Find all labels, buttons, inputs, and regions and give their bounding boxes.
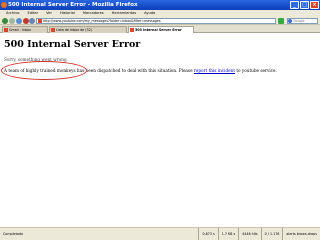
menu-bar: Archivo Editar Ver Historial Marcadores … xyxy=(0,10,320,17)
menu-marcadores[interactable]: Marcadores xyxy=(83,10,104,17)
tab-error[interactable]: 500 Internal Server Error xyxy=(128,26,194,33)
status-segment: 1.7 KB s xyxy=(217,228,238,240)
tab-bar: Gmail - Inbox Lista de Inbox de (32) 500… xyxy=(0,25,320,33)
url-field[interactable]: http://www.youtube.com/my_messages?folde… xyxy=(36,18,276,24)
page-content: 500 Internal Server Error Sorry, somethi… xyxy=(0,33,320,227)
status-segments: 0.673 s 1.7 KB s 4446 hits 0 / 1.176 ale… xyxy=(198,228,320,240)
status-text: Completado xyxy=(3,232,23,236)
page-title: 500 Internal Server Error xyxy=(4,39,141,50)
window-title: 500 Internal Server Error - Mozilla Fire… xyxy=(8,2,138,8)
google-icon xyxy=(288,19,292,23)
tab-inbox[interactable]: Lista de Inbox de (32) xyxy=(49,26,127,33)
youtube-icon xyxy=(130,28,134,32)
home-icon[interactable] xyxy=(29,18,35,24)
menu-historial[interactable]: Historial xyxy=(60,10,75,17)
menu-editar[interactable]: Editar xyxy=(27,10,38,17)
tab-label: Gmail - Inbox xyxy=(9,28,31,32)
status-segment: alerts brows-drops xyxy=(282,228,320,240)
status-segment: 0 / 1.176 xyxy=(260,228,283,240)
message-tail: to youtube service. xyxy=(235,68,277,73)
minimize-icon[interactable]: _ xyxy=(290,1,299,9)
maximize-icon[interactable]: □ xyxy=(300,1,309,9)
menu-archivo[interactable]: Archivo xyxy=(6,10,19,17)
site-favicon-icon xyxy=(38,19,42,23)
report-incident-link[interactable]: report this incident xyxy=(194,68,235,73)
menu-ver[interactable]: Ver xyxy=(46,10,52,17)
red-circle-annotation xyxy=(1,61,87,80)
close-icon[interactable]: × xyxy=(310,1,319,9)
status-bar: Completado 0.673 s 1.7 KB s 4446 hits 0 … xyxy=(0,227,320,240)
tab-gmail[interactable]: Gmail - Inbox xyxy=(2,26,48,33)
search-input[interactable]: Google xyxy=(287,18,318,24)
menu-herramientas[interactable]: Herramientas xyxy=(112,10,136,17)
gmail-icon xyxy=(4,28,8,32)
tab-label: 500 Internal Server Error xyxy=(135,28,182,32)
go-icon[interactable] xyxy=(278,18,284,24)
window-titlebar: 500 Internal Server Error - Mozilla Fire… xyxy=(0,0,320,10)
menu-ayuda[interactable]: Ayuda xyxy=(144,10,155,17)
back-icon[interactable] xyxy=(2,18,8,24)
status-segment: 4446 hits xyxy=(238,228,260,240)
tab-page-icon xyxy=(51,28,55,32)
firefox-icon xyxy=(1,2,7,8)
status-segment: 0.673 s xyxy=(198,228,217,240)
url-text: http://www.youtube.com/my_messages?folde… xyxy=(43,19,161,23)
search-placeholder: Google xyxy=(293,19,305,23)
forward-icon[interactable] xyxy=(9,18,15,24)
tab-label: Lista de Inbox de (32) xyxy=(56,28,93,32)
reload-icon[interactable] xyxy=(16,18,22,24)
navigation-toolbar: http://www.youtube.com/my_messages?folde… xyxy=(0,17,320,25)
window-controls: _ □ × xyxy=(290,1,319,9)
